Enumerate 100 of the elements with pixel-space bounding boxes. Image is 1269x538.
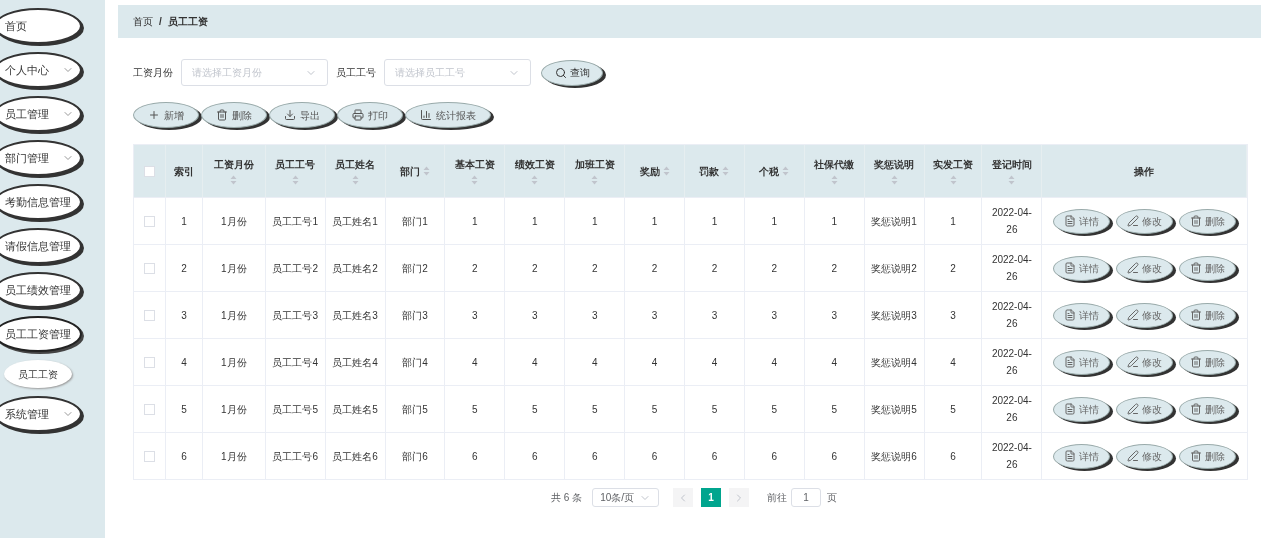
menu-item[interactable]: 员工管理 [0, 96, 82, 132]
document-icon [1064, 450, 1077, 462]
column-header: 绩效工资 [505, 145, 566, 197]
table-cell-text: 2 [950, 261, 956, 276]
table-cell-text: 员工姓名2 [332, 261, 378, 276]
table-cell-text: 4 [181, 355, 187, 370]
table-cell-text: 1月份 [221, 449, 247, 464]
table-cell-text: 5 [711, 402, 718, 417]
previous-page-button[interactable] [673, 488, 694, 507]
table-cell-text: 员工工号2 [272, 261, 318, 276]
sort-icon[interactable] [722, 166, 730, 176]
page-input[interactable]: 1 [791, 488, 822, 507]
table-cell-text: 2022-04-26 [990, 206, 1033, 237]
sort-icon[interactable] [830, 175, 838, 185]
menu-item[interactable]: 系统管理 [0, 396, 82, 432]
checkbox[interactable] [143, 356, 155, 368]
sort-icon[interactable] [949, 175, 957, 185]
menu-item[interactable]: 考勤信息管理 [0, 184, 82, 220]
column-header: 部门 [385, 145, 446, 197]
row-action-button[interactable]: 修改 [1116, 443, 1174, 469]
menu-item[interactable]: 部门管理 [0, 140, 82, 176]
sort-icon[interactable] [471, 175, 479, 185]
checkbox[interactable] [143, 309, 155, 321]
menu-item[interactable]: 个人中心 [0, 52, 82, 88]
row-action-button[interactable]: 修改 [1116, 302, 1174, 328]
row-action-button[interactable]: 删除 [1179, 255, 1237, 281]
sort-icon[interactable] [423, 166, 430, 176]
table-cell-text: 2 [831, 261, 837, 276]
page-button[interactable]: 1 [701, 488, 722, 507]
table-cell-text: 4 [950, 355, 956, 370]
sort-icon[interactable] [782, 166, 790, 176]
checkbox[interactable] [143, 403, 155, 415]
page-size-select[interactable]: 10条/页 [592, 488, 660, 507]
table-cell-text: 4 [831, 355, 837, 370]
row-action-button[interactable]: 详情 [1053, 443, 1111, 469]
pen-icon [1127, 309, 1140, 321]
checkbox[interactable] [143, 450, 155, 462]
table-cell-text: 6 [950, 449, 956, 464]
breadcrumb-separator: / [159, 15, 162, 29]
submenu-item[interactable]: 员工工资 [4, 360, 72, 388]
table-cell-text: 员工姓名5 [332, 402, 378, 417]
toolbar-button[interactable]: 打印 [337, 102, 403, 128]
sort-icon[interactable] [230, 175, 238, 185]
row-action-button[interactable]: 详情 [1053, 349, 1111, 375]
row-action-button[interactable]: 修改 [1116, 349, 1174, 375]
toolbar-button[interactable]: 导出 [269, 102, 335, 128]
toolbar-button[interactable]: 统计报表 [405, 102, 491, 128]
table-cell-text: 1 [711, 214, 718, 229]
row-action-button[interactable]: 详情 [1053, 208, 1111, 234]
row-action-button[interactable]: 删除 [1179, 208, 1237, 234]
table-cell-text: 员工工号5 [272, 402, 318, 417]
row-action-button[interactable]: 修改 [1116, 208, 1174, 234]
row-action-button[interactable]: 修改 [1116, 255, 1174, 281]
pen-icon [1127, 356, 1140, 368]
sort-icon[interactable] [591, 175, 599, 185]
table-cell-text: 2022-04-26 [990, 253, 1033, 284]
column-header: 员工姓名 [325, 145, 386, 197]
bar-chart-icon [420, 109, 432, 121]
table-cell-text: 奖惩说明6 [871, 449, 917, 464]
sort-icon[interactable] [351, 175, 359, 185]
table-cell-text: 3 [532, 308, 538, 323]
next-page-button[interactable] [729, 488, 750, 507]
table-cell-text: 6 [651, 449, 658, 464]
column-header: 基本工资 [445, 145, 506, 197]
table-cell-text: 部门5 [402, 402, 428, 417]
checkbox[interactable] [143, 262, 155, 274]
trash-icon [1190, 215, 1203, 227]
row-action-button[interactable]: 详情 [1053, 396, 1111, 422]
search-button[interactable]: 查询 [541, 59, 603, 86]
row-action-button[interactable]: 详情 [1053, 302, 1111, 328]
sort-icon[interactable] [531, 175, 539, 185]
menu-item[interactable]: 员工工资管理 [0, 316, 82, 352]
table-cell-text: 5 [651, 402, 658, 417]
row-action-button[interactable]: 删除 [1179, 349, 1237, 375]
sort-icon[interactable] [890, 175, 898, 185]
menu-item[interactable]: 员工绩效管理 [0, 272, 82, 308]
breadcrumb-link[interactable]: 首页 [133, 14, 153, 29]
sort-icon[interactable] [662, 166, 670, 176]
table-cell-text: 4 [472, 355, 478, 370]
table-cell-text: 3 [591, 308, 598, 323]
table-cell-text: 奖惩说明3 [871, 308, 917, 323]
table-cell-text: 部门6 [402, 449, 428, 464]
menu-item[interactable]: 首页 [0, 8, 82, 44]
toolbar-button[interactable]: 新增 [133, 102, 199, 128]
row-action-button[interactable]: 详情 [1053, 255, 1111, 281]
toolbar-button[interactable]: 删除 [201, 102, 267, 128]
sort-icon[interactable] [291, 175, 299, 185]
table-cell-text: 5 [831, 402, 837, 417]
row-action-button[interactable]: 删除 [1179, 302, 1237, 328]
row-action-button[interactable]: 删除 [1179, 443, 1237, 469]
row-action-button[interactable]: 修改 [1116, 396, 1174, 422]
table-cell-text: 2022-04-26 [990, 300, 1033, 331]
row-action-button[interactable]: 删除 [1179, 396, 1237, 422]
checkbox[interactable] [143, 165, 155, 177]
column-header: 奖励 [625, 145, 685, 197]
sort-icon[interactable] [1008, 175, 1016, 185]
column-header: 加班工资 [565, 145, 626, 197]
table-cell-text: 6 [711, 449, 718, 464]
checkbox[interactable] [143, 215, 155, 227]
menu-item[interactable]: 请假信息管理 [0, 228, 82, 264]
